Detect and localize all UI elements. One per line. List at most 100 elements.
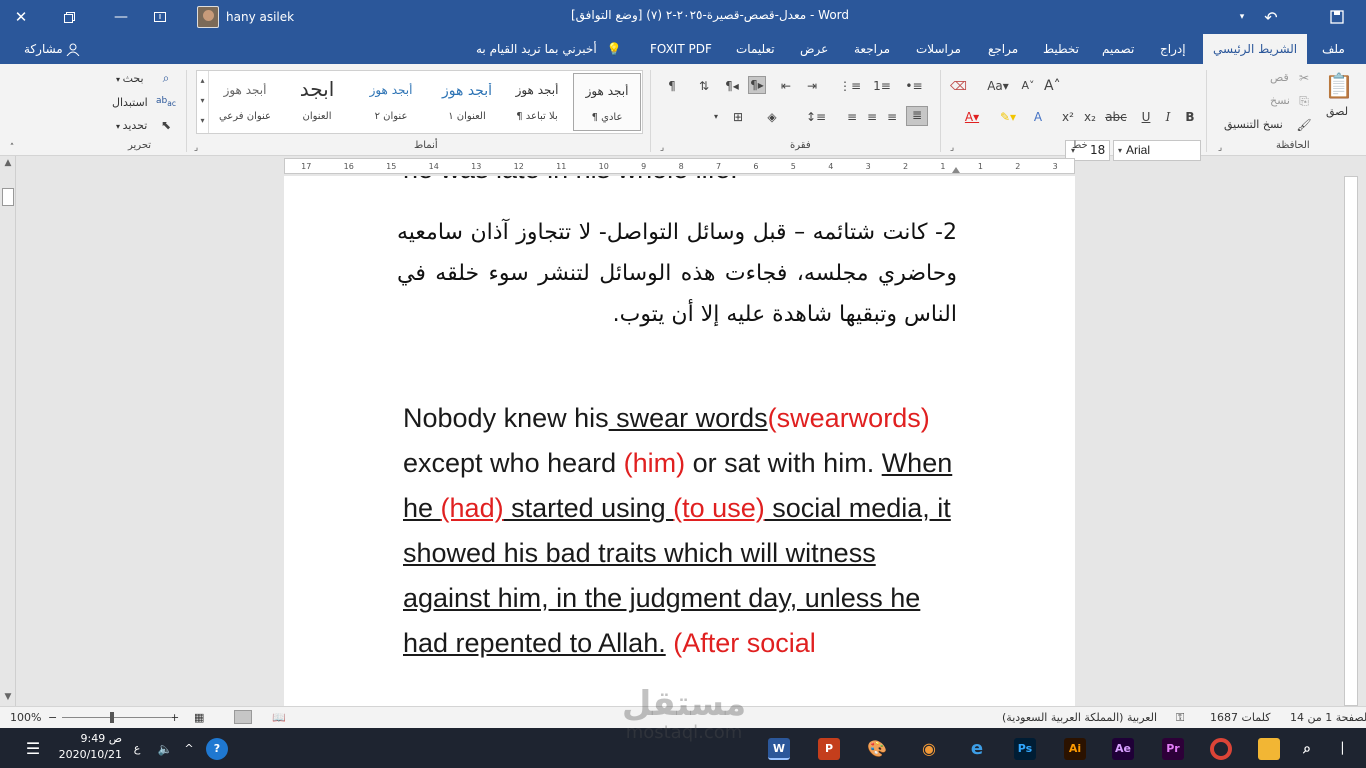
powerpoint-icon[interactable]: P — [818, 738, 840, 760]
strikethrough-icon[interactable]: abc — [1104, 109, 1128, 125]
zoom-out-icon[interactable]: − — [48, 711, 57, 724]
web-layout-icon[interactable]: ▦ — [194, 711, 204, 724]
superscript-icon[interactable]: x² — [1060, 109, 1076, 125]
paint-icon[interactable]: 🎨 — [866, 738, 888, 760]
vertical-scrollbar[interactable]: ▲ ▼ — [0, 156, 16, 706]
zoom-thumb[interactable] — [110, 712, 114, 723]
select-button[interactable]: ▾ تحديد — [116, 119, 147, 132]
language-indicator[interactable]: العربية (المملكة العربية السعودية) — [1002, 711, 1157, 724]
increase-indent-icon[interactable]: ⇥ — [804, 78, 820, 94]
save-icon[interactable] — [1322, 0, 1352, 34]
underline-icon[interactable]: U — [1138, 109, 1154, 125]
shrink-font-icon[interactable]: A˅ — [1020, 78, 1036, 94]
find-icon[interactable]: ⌕ — [158, 70, 174, 86]
align-center-icon[interactable]: ≡ — [864, 109, 880, 125]
restore-icon[interactable] — [56, 0, 82, 34]
scroll-up-icon[interactable]: ▲ — [2, 158, 14, 170]
paragraph-launcher-icon[interactable]: ⌟ — [654, 140, 670, 156]
select-cursor-icon[interactable]: ⬉ — [158, 117, 174, 133]
tab-review[interactable]: مراجعة — [854, 34, 890, 64]
tab-home[interactable]: الشريط الرئيسي — [1203, 34, 1308, 64]
style-heading-2[interactable]: أبجد هوز عنوان ٢ — [357, 73, 425, 131]
show-marks-icon[interactable]: ¶ — [664, 78, 680, 94]
show-desktop[interactable]: ▏ — [1342, 738, 1350, 760]
search-icon[interactable]: ⌕ — [1296, 738, 1318, 760]
paste-button[interactable]: لصق — [1326, 105, 1348, 118]
zoom-level[interactable]: 100% — [10, 711, 41, 724]
tab-mailings[interactable]: مراسلات — [916, 34, 961, 64]
help-icon[interactable]: ? — [206, 738, 228, 760]
indent-marker[interactable] — [952, 159, 960, 173]
replace-button[interactable]: استبدال — [112, 96, 148, 109]
tab-layout[interactable]: تخطيط — [1043, 34, 1079, 64]
vertical-ruler[interactable] — [1344, 176, 1358, 706]
align-left-icon[interactable]: ≡ — [844, 109, 860, 125]
change-case-icon[interactable]: Aa▾ — [986, 78, 1010, 94]
print-layout-icon[interactable] — [234, 710, 252, 724]
ribbon-display-icon[interactable] — [150, 0, 170, 34]
volume-icon[interactable]: 🔈 — [154, 738, 176, 760]
edge-icon[interactable]: e — [966, 738, 988, 760]
customize-toolbar-icon[interactable]: ▾ — [1232, 0, 1252, 34]
photoshop-icon[interactable]: Ps — [1014, 738, 1036, 760]
tell-me-search[interactable]: أخبرني بما تريد القيام به — [476, 34, 597, 64]
font-color-icon[interactable]: A▾ — [960, 109, 984, 125]
after-effects-icon[interactable]: Ae — [1112, 738, 1134, 760]
illustrator-icon[interactable]: Ai — [1064, 738, 1086, 760]
eye-app-icon[interactable]: ◉ — [918, 738, 940, 760]
input-language[interactable]: ع — [126, 738, 148, 760]
highlight-icon[interactable]: ✎▾ — [996, 109, 1020, 125]
sort-icon[interactable]: ⇅ — [696, 78, 712, 94]
subscript-icon[interactable]: x₂ — [1082, 109, 1098, 125]
copy-icon[interactable]: ⎘ — [1296, 93, 1312, 109]
file-explorer-icon[interactable] — [1258, 738, 1280, 760]
tab-foxit-pdf[interactable]: FOXIT PDF — [650, 34, 712, 64]
borders-icon[interactable]: ⊞ — [730, 109, 746, 125]
italic-icon[interactable]: I — [1160, 109, 1176, 125]
line-spacing-icon[interactable]: ↕≡ — [804, 109, 828, 125]
scroll-thumb[interactable] — [2, 188, 14, 206]
notifications-icon[interactable]: ☰ — [22, 738, 44, 760]
numbering-icon[interactable]: 1≡ — [870, 78, 894, 94]
network-icon[interactable]: ^ — [178, 738, 200, 760]
shading-icon[interactable]: ◈ — [764, 109, 780, 125]
format-painter-button[interactable]: نسخ التنسيق — [1224, 118, 1283, 131]
styles-launcher-icon[interactable]: ⌟ — [188, 140, 204, 156]
minimize-icon[interactable]: — — [108, 0, 134, 34]
tab-insert[interactable]: إدراج — [1160, 34, 1186, 64]
ltr-icon[interactable]: ¶▸ — [748, 76, 766, 94]
style-no-spacing[interactable]: أبجد هوز ¶ بلا تباعد — [503, 73, 571, 131]
page-count[interactable]: الصفحة 1 من 14 — [1290, 711, 1366, 724]
word-icon[interactable]: W — [768, 738, 790, 760]
bullets-icon[interactable]: •≡ — [902, 78, 926, 94]
brush-icon[interactable]: 🖌 — [1296, 117, 1312, 133]
paragraph-dropdown-icon[interactable]: ▾ — [708, 109, 724, 125]
horizontal-ruler[interactable]: 17 16 15 14 13 12 11 10 9 8 7 6 5 4 3 2 1 1 2 3 — [284, 158, 1075, 174]
tab-references[interactable]: مراجع — [988, 34, 1018, 64]
share-person-icon[interactable] — [66, 34, 82, 64]
font-name-dropdown-icon[interactable]: ▾ — [1112, 143, 1128, 159]
share-button[interactable]: مشاركة — [24, 34, 63, 64]
style-subtitle[interactable]: أبجد هوز عنوان فرعي — [211, 73, 279, 131]
tab-view[interactable]: عرض — [800, 34, 828, 64]
text-effects-icon[interactable]: A — [1030, 109, 1046, 125]
styles-scroll[interactable]: ▴ ▾ ▾ — [197, 71, 209, 133]
font-launcher-icon[interactable]: ⌟ — [944, 140, 960, 156]
cut-button[interactable]: قص — [1270, 71, 1289, 84]
collapse-ribbon-icon[interactable]: ˄ — [4, 140, 20, 156]
find-button[interactable]: ▾ بحث — [116, 72, 144, 85]
premiere-icon[interactable]: Pr — [1162, 738, 1184, 760]
clipboard-launcher-icon[interactable]: ⌟ — [1212, 140, 1228, 156]
avatar[interactable] — [196, 0, 220, 34]
user-name[interactable]: hany asilek — [226, 0, 296, 34]
tab-design[interactable]: تصميم — [1102, 34, 1134, 64]
chrome-icon[interactable] — [1210, 738, 1232, 760]
scissors-icon[interactable]: ✂ — [1296, 70, 1312, 86]
word-count[interactable]: 1687 كلمات — [1210, 711, 1270, 724]
tab-file[interactable]: ملف — [1322, 34, 1345, 64]
copy-button[interactable]: نسخ — [1270, 94, 1290, 107]
replace-icon[interactable]: abac — [156, 93, 176, 109]
clock[interactable]: 9:49 ص 2020/10/21 — [52, 731, 122, 763]
justify-icon[interactable]: ≣ — [906, 106, 928, 126]
tab-help[interactable]: تعليمات — [736, 34, 775, 64]
